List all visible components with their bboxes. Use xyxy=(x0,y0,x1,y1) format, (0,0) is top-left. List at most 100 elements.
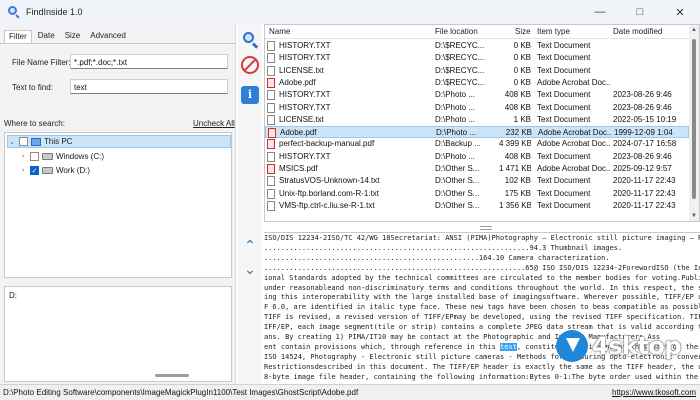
table-row[interactable]: StratusVOS-Unknown-14.txt D:\Other S... 10… xyxy=(265,175,689,187)
cell-name: HISTORY.TXT xyxy=(279,53,331,63)
table-row[interactable]: LICENSE.txt D:\$RECYC... 0 KB Text Document xyxy=(265,65,689,77)
table-row[interactable]: HISTORY.TXT D:\$RECYC... 0 KB Text Document xyxy=(265,40,689,52)
tree-item-label: This PC xyxy=(44,137,73,146)
table-row[interactable]: HISTORY.TXT D:\$RECYC... 0 KB Text Document xyxy=(265,52,689,64)
cell-date: 2020-11-17 22:43 xyxy=(613,200,676,210)
selected-path-box[interactable]: D: xyxy=(4,286,232,382)
search-options-panel: Filter Date Size Advanced File Name Filt… xyxy=(0,24,236,384)
cell-location: D:\Photo ... xyxy=(435,102,476,112)
table-row[interactable]: LICENSE.txt D:\Photo ... 1 KB Text Document… xyxy=(265,114,689,126)
preview-text: 8-byte image file header, containing the… xyxy=(264,372,700,381)
website-link[interactable]: https://www.tkosoft.com xyxy=(612,388,696,397)
cell-size: 408 KB xyxy=(504,151,531,161)
cell-location: D:\Photo ... xyxy=(436,128,477,138)
table-row[interactable]: Adobe.pdf D:\$RECYC... 0 KB Adobe Acrobat D… xyxy=(265,77,689,89)
search-highlight: text xyxy=(500,342,517,351)
column-item-type[interactable]: Item type xyxy=(537,27,570,36)
results-scrollbar[interactable]: ▲ ▼ xyxy=(689,25,699,221)
text-file-icon xyxy=(267,200,275,211)
cell-location: D:\Other S... xyxy=(435,200,480,210)
cell-size: 232 KB xyxy=(505,128,532,138)
cell-size: 1 356 KB xyxy=(499,200,531,210)
table-row[interactable]: Unix-ftp.borland.com-R-1.txt D:\Other S..… xyxy=(265,188,689,200)
cell-name: Adobe.pdf xyxy=(279,77,316,87)
tab-filter[interactable]: Filter xyxy=(4,30,32,44)
cell-type: Text Document xyxy=(537,41,591,50)
tree-item-windows-c[interactable]: › Windows (C:) xyxy=(19,150,104,163)
cell-name: HISTORY.TXT xyxy=(279,90,331,100)
cell-name: HISTORY.TXT xyxy=(279,41,331,50)
column-name[interactable]: Name xyxy=(269,27,290,36)
preview-text: ent contain provisions which, through re… xyxy=(264,342,501,351)
cell-type: Text Document xyxy=(537,102,591,112)
cell-date: 2020-11-17 22:43 xyxy=(613,176,676,186)
preview-line: 8-byte image file header, containing the… xyxy=(264,373,700,382)
table-row[interactable]: VMS-ftp.ctrl-c.liu.se-R-1.txt D:\Other S.… xyxy=(265,200,689,212)
table-row[interactable]: HISTORY.TXT D:\Photo ... 408 KB Text Docume… xyxy=(265,89,689,101)
drive-icon xyxy=(42,167,53,174)
cell-name: MSICS.pdf xyxy=(279,164,318,173)
cell-name: VMS-ftp.ctrl-c.liu.se-R-1.txt xyxy=(279,200,375,210)
column-file-location[interactable]: File location xyxy=(435,27,478,36)
table-row[interactable]: MSICS.pdf D:\Other S... 1 471 KB Adobe Acro… xyxy=(265,163,689,175)
search-icon[interactable] xyxy=(241,30,259,49)
tree-item-this-pc[interactable]: ⌄ This PC xyxy=(7,135,231,148)
close-button[interactable]: ✕ xyxy=(660,0,700,24)
text-file-icon xyxy=(267,188,275,199)
splitter-handle[interactable] xyxy=(480,226,492,230)
maximize-button[interactable]: □ xyxy=(620,0,660,24)
next-match-icon[interactable]: ⌄ xyxy=(241,260,259,278)
scroll-up-icon[interactable]: ▲ xyxy=(689,25,699,35)
preview-scrollbar-thumb[interactable] xyxy=(155,374,189,377)
minimize-button[interactable]: — xyxy=(580,0,620,24)
cell-type: Text Document xyxy=(537,200,591,210)
checkbox[interactable] xyxy=(30,152,39,161)
previous-match-icon[interactable]: ⌃ xyxy=(241,236,259,254)
cell-name: perfect-backup-manual.pdf xyxy=(279,139,375,149)
text-file-icon xyxy=(267,102,275,113)
cell-size: 0 KB xyxy=(513,41,531,50)
tab-size[interactable]: Size xyxy=(61,30,85,44)
uncheck-all-link[interactable]: Uncheck All xyxy=(193,119,235,128)
tree-item-work-d[interactable]: › ✓ Work (D:) xyxy=(19,164,90,177)
cell-size: 4 399 KB xyxy=(499,139,531,149)
text-file-icon xyxy=(267,151,275,162)
window-title: FindInside 1.0 xyxy=(26,7,83,17)
scrollbar-thumb[interactable] xyxy=(692,39,696,199)
expand-icon[interactable]: › xyxy=(19,167,27,174)
scroll-down-icon[interactable]: ▼ xyxy=(689,211,699,221)
cell-location: D:\$RECYC... xyxy=(435,41,485,50)
preview-text: under reasonableand non-discriminatory t… xyxy=(264,283,700,292)
text-file-icon xyxy=(267,176,275,187)
cell-date: 2020-11-17 22:43 xyxy=(613,188,676,198)
text-to-find-input[interactable]: text xyxy=(70,79,228,94)
cell-date: 2023-08-26 9:46 xyxy=(613,102,672,112)
column-date-modified[interactable]: Date modified xyxy=(613,27,662,36)
expand-icon[interactable]: › xyxy=(19,153,27,160)
table-row[interactable]: HISTORY.TXT D:\Photo ... 408 KB Text Docume… xyxy=(265,102,689,114)
checkbox[interactable] xyxy=(19,137,28,146)
tab-date[interactable]: Date xyxy=(34,30,59,44)
watermark-logo: 4sktop xyxy=(556,330,700,370)
cell-type: Adobe Acrobat Doc... xyxy=(537,164,611,173)
table-row[interactable]: perfect-backup-manual.pdf D:\Backup ... 4 … xyxy=(265,138,689,150)
table-row[interactable]: Adobe.pdf D:\Photo ... 232 KB Adobe Acrobat… xyxy=(265,126,689,139)
file-name-filter-input[interactable]: *.pdf;*.doc;*.txt xyxy=(70,54,228,69)
table-row[interactable]: HISTORY.TXT D:\Photo ... 408 KB Text Docume… xyxy=(265,151,689,163)
cell-name: LICENSE.txt xyxy=(279,114,324,124)
checkbox-checked[interactable]: ✓ xyxy=(30,166,39,175)
cell-size: 1 KB xyxy=(513,114,531,124)
tab-advanced[interactable]: Advanced xyxy=(86,30,130,44)
collapse-icon[interactable]: ⌄ xyxy=(8,138,16,146)
stop-icon[interactable] xyxy=(241,56,259,74)
action-toolbar: i ⌃ ⌄ xyxy=(238,24,262,384)
column-size[interactable]: Size xyxy=(515,27,531,36)
info-icon[interactable]: i xyxy=(241,86,259,104)
cell-date: 2022-05-15 10:19 xyxy=(613,114,677,124)
cell-name: HISTORY.TXT xyxy=(279,151,331,161)
text-file-icon xyxy=(267,65,275,76)
cell-date: 2023-08-26 9:46 xyxy=(613,90,672,100)
cell-name: LICENSE.txt xyxy=(279,65,324,75)
cell-name: HISTORY.TXT xyxy=(279,102,331,112)
cell-date: 2024-07-17 16:58 xyxy=(613,139,677,149)
